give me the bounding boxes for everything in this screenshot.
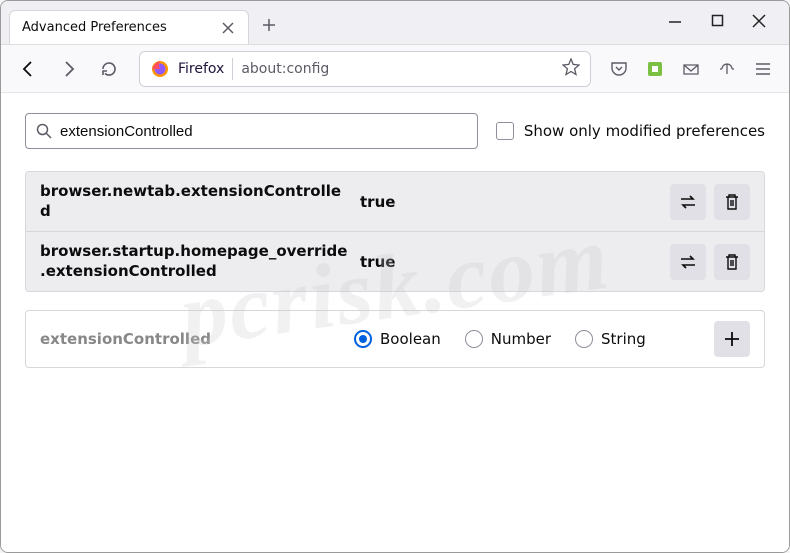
preference-name: browser.startup.homepage_override.extens… (40, 242, 350, 281)
forward-button[interactable] (51, 51, 87, 87)
checkbox-icon (496, 122, 514, 140)
extension-icon[interactable] (639, 53, 671, 85)
maximize-button[interactable] (707, 11, 727, 31)
close-icon[interactable] (220, 20, 236, 36)
toggle-button[interactable] (670, 184, 706, 220)
radio-icon (575, 330, 593, 348)
browser-tab[interactable]: Advanced Preferences (9, 10, 249, 44)
preference-name: browser.newtab.extensionControlled (40, 182, 350, 221)
browser-window: Advanced Preferences Firefox about:confi… (0, 0, 790, 553)
type-radio-string[interactable]: String (575, 330, 646, 348)
search-box[interactable] (25, 113, 478, 149)
reload-button[interactable] (91, 51, 127, 87)
delete-button[interactable] (714, 244, 750, 280)
menu-button[interactable] (747, 53, 779, 85)
pocket-icon[interactable] (603, 53, 635, 85)
add-button[interactable] (714, 321, 750, 357)
new-tab-button[interactable] (255, 11, 283, 39)
toggle-button[interactable] (670, 244, 706, 280)
type-radio-number[interactable]: Number (465, 330, 551, 348)
show-modified-label: Show only modified preferences (524, 122, 765, 140)
urlbar-identity-label: Firefox (178, 61, 224, 77)
back-button[interactable] (11, 51, 47, 87)
preference-row: browser.newtab.extensionControlled true (26, 172, 764, 232)
toolbar: Firefox about:config (1, 45, 789, 93)
firefox-icon (150, 59, 170, 79)
preference-value: true (360, 193, 660, 211)
urlbar[interactable]: Firefox about:config (139, 51, 591, 87)
minimize-button[interactable] (665, 11, 685, 31)
type-radio-group: Boolean Number String (354, 330, 698, 348)
urlbar-address: about:config (241, 61, 554, 77)
search-input[interactable] (60, 123, 467, 140)
window-close-button[interactable] (749, 11, 769, 31)
radio-icon (354, 330, 372, 348)
show-modified-toggle[interactable]: Show only modified preferences (496, 122, 765, 140)
titlebar: Advanced Preferences (1, 1, 789, 45)
preference-value: true (360, 253, 660, 271)
bookmark-star-icon[interactable] (562, 58, 580, 80)
preference-row: browser.startup.homepage_override.extens… (26, 232, 764, 291)
mail-icon[interactable] (675, 53, 707, 85)
shield-icon[interactable] (711, 53, 743, 85)
delete-button[interactable] (714, 184, 750, 220)
preferences-list: browser.newtab.extensionControlled true … (25, 171, 765, 292)
search-icon (36, 123, 52, 139)
radio-icon (465, 330, 483, 348)
new-preference-row: extensionControlled Boolean Number Strin… (25, 310, 765, 368)
tab-title: Advanced Preferences (22, 20, 220, 35)
type-radio-boolean[interactable]: Boolean (354, 330, 441, 348)
new-preference-name: extensionControlled (40, 330, 338, 348)
window-controls (665, 11, 789, 35)
content-area: pcrisk.com Show only modified preference… (1, 93, 789, 552)
